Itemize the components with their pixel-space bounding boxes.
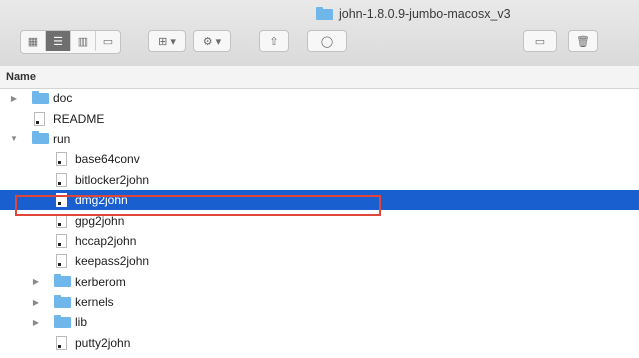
folder-icon — [54, 294, 71, 308]
disclosure-closed-icon[interactable]: ▶ — [31, 318, 41, 327]
list-item[interactable]: putty2john — [0, 333, 639, 353]
share-button[interactable]: ⇧ — [259, 30, 289, 52]
icon-view-button[interactable]: ▦ — [21, 31, 46, 51]
list-item[interactable]: ▶ kernels — [0, 292, 639, 312]
finder-window: john-1.8.0.9-jumbo-macosx_v3 ▦ ☰ ▥ ▭ ⊞ ▾… — [0, 0, 639, 358]
disclosure-closed-icon[interactable]: ▶ — [31, 298, 41, 307]
list-item-label: README — [53, 111, 105, 126]
file-icon — [56, 152, 67, 167]
gallery-view-button[interactable]: ▭ — [96, 31, 120, 51]
folder-icon — [32, 131, 49, 145]
list-item-label: run — [53, 131, 71, 146]
folder-icon — [316, 6, 333, 20]
action-button[interactable]: ⚙ ▾ — [193, 30, 231, 52]
file-icon — [56, 233, 67, 248]
column-header: Name — [0, 66, 639, 89]
list-item-label: putty2john — [75, 335, 131, 350]
list-item-label: keepass2john — [75, 254, 150, 269]
list-item-label: bitlocker2john — [75, 172, 150, 187]
list-item[interactable]: keepass2john — [0, 251, 639, 271]
annotation-highlight-box — [15, 195, 381, 216]
disclosure-closed-icon[interactable]: ▶ — [9, 94, 19, 103]
disclosure-open-icon[interactable]: ▼ — [9, 134, 19, 143]
disclosure-closed-icon[interactable]: ▶ — [31, 277, 41, 286]
folder-icon — [54, 274, 71, 288]
folder-icon — [32, 90, 49, 104]
list-item-label: hccap2john — [75, 233, 137, 248]
list-item-label: base64conv — [75, 152, 140, 167]
column-view-button[interactable]: ▥ — [71, 31, 96, 51]
list-item-label: lib — [75, 315, 88, 330]
list-item[interactable]: ▼ run — [0, 129, 639, 149]
file-list: ▶ doc README ▼ run base64conv bitlocker2john dm… — [0, 88, 639, 353]
file-icon — [34, 111, 45, 126]
list-view-button[interactable]: ☰ — [46, 31, 71, 51]
file-icon — [56, 172, 67, 187]
list-item[interactable]: base64conv — [0, 149, 639, 169]
list-item[interactable]: README — [0, 108, 639, 128]
list-item[interactable]: bitlocker2john — [0, 170, 639, 190]
list-item-label: kernels — [75, 295, 114, 310]
list-item[interactable]: ▶ doc — [0, 88, 639, 108]
view-mode-control: ▦ ☰ ▥ ▭ — [20, 30, 121, 54]
new-folder-button[interactable]: ▭ — [523, 30, 557, 52]
folder-icon — [54, 314, 71, 328]
window-title: john-1.8.0.9-jumbo-macosx_v3 — [316, 6, 511, 22]
tag-button[interactable]: ◯ — [307, 30, 347, 52]
name-column-header[interactable]: Name — [6, 71, 36, 83]
titlebar: john-1.8.0.9-jumbo-macosx_v3 ▦ ☰ ▥ ▭ ⊞ ▾… — [0, 0, 639, 67]
group-button[interactable]: ⊞ ▾ — [148, 30, 186, 52]
window-title-label: john-1.8.0.9-jumbo-macosx_v3 — [339, 7, 511, 21]
list-item[interactable]: ▶ kerberom — [0, 272, 639, 292]
file-icon — [56, 335, 67, 350]
list-item[interactable]: ▶ lib — [0, 312, 639, 332]
trash-button[interactable]: 🗑 — [568, 30, 598, 52]
file-icon — [56, 254, 67, 269]
list-item-label: doc — [53, 91, 73, 106]
list-item-label: kerberom — [75, 274, 126, 289]
list-item[interactable]: hccap2john — [0, 231, 639, 251]
